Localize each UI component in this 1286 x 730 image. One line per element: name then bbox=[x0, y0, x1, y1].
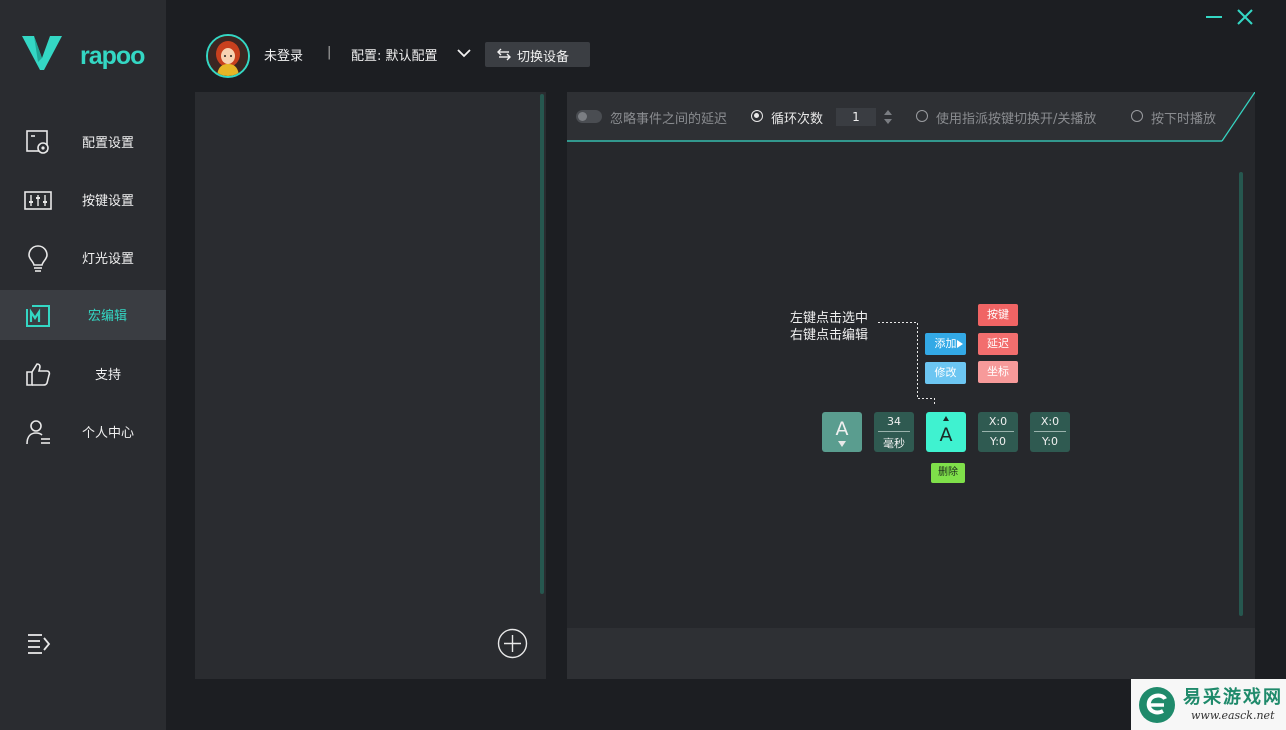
modify-chip: 修改 bbox=[925, 362, 966, 384]
coord-chip: 坐标 bbox=[978, 361, 1018, 383]
watermark-title: 易采游戏网 bbox=[1183, 687, 1283, 708]
modify-label: 修改 bbox=[934, 366, 957, 379]
user-avatar-icon bbox=[208, 36, 248, 76]
macro-list-scrollbar[interactable] bbox=[540, 94, 544, 594]
switch-device-label: 切换设备 bbox=[517, 50, 570, 65]
loop-count-input[interactable] bbox=[836, 108, 876, 126]
avatar[interactable] bbox=[206, 34, 250, 78]
sidebar-item-label: 个人中心 bbox=[82, 426, 135, 441]
add-macro-button[interactable] bbox=[497, 628, 528, 659]
profile-selector-label[interactable]: 配置: 默认配置 bbox=[351, 45, 438, 64]
swap-arrows-icon bbox=[497, 48, 511, 61]
key-label: 按键 bbox=[987, 308, 1009, 321]
sample-coord-tile: X:0 Y:0 bbox=[978, 412, 1018, 452]
assigned-key-toggle-label: 使用指派按键切换开/关播放 bbox=[936, 112, 1097, 127]
user-center-icon bbox=[26, 420, 50, 445]
login-status[interactable]: 未登录 bbox=[264, 45, 303, 64]
loop-count-stepper-icon[interactable] bbox=[882, 108, 894, 126]
coord-label: 坐标 bbox=[987, 365, 1009, 378]
sidebar-item-label: 支持 bbox=[95, 368, 122, 383]
loop-count-radio[interactable] bbox=[751, 110, 763, 122]
chevron-down-icon[interactable] bbox=[456, 47, 472, 59]
switch-device-button[interactable]: 切换设备 bbox=[485, 42, 590, 67]
sidebar-item-key-settings[interactable]: 按键设置 bbox=[0, 175, 166, 225]
key-chip: 按键 bbox=[978, 304, 1018, 326]
macro-icon bbox=[26, 305, 50, 327]
tile-divider bbox=[1034, 431, 1066, 432]
lightbulb-icon bbox=[28, 245, 48, 272]
sample-coord-tile: X:0 Y:0 bbox=[1030, 412, 1070, 452]
rapoo-logo: rapoo bbox=[22, 32, 146, 72]
add-label: 添加 bbox=[934, 337, 957, 350]
sidebar-item-macro-editor[interactable]: 宏编辑 bbox=[0, 290, 166, 340]
minimize-icon[interactable] bbox=[1203, 6, 1225, 28]
coord-x: X:0 bbox=[988, 415, 1008, 428]
sidebar-item-lighting-settings[interactable]: 灯光设置 bbox=[0, 233, 166, 283]
site-watermark: 易采游戏网 www.easck.net bbox=[1131, 679, 1286, 730]
header-separator: | bbox=[327, 45, 332, 60]
watermark-logo-icon bbox=[1139, 687, 1175, 723]
macro-editor-scrollbar[interactable] bbox=[1239, 172, 1243, 616]
delay-unit: 毫秒 bbox=[883, 437, 905, 450]
profile-settings-icon bbox=[26, 130, 49, 154]
sample-delay-tile: 34 毫秒 bbox=[874, 412, 914, 452]
sidebar: rapoo 配置设置 按键设置 灯光设置 宏编辑 支持 个人中心 bbox=[0, 0, 166, 730]
editor-bottom-bar bbox=[567, 628, 1255, 679]
play-while-pressed-radio[interactable] bbox=[1131, 110, 1143, 122]
watermark-url: www.easck.net bbox=[1191, 709, 1275, 722]
ignore-delay-label: 忽略事件之间的延迟 bbox=[610, 112, 728, 127]
macro-list-panel bbox=[195, 92, 546, 679]
arrow-up-icon bbox=[943, 416, 949, 421]
hint-right-click: 右键点击编辑 bbox=[790, 328, 869, 343]
sidebar-item-label: 按键设置 bbox=[82, 194, 135, 209]
key-settings-icon bbox=[24, 191, 52, 210]
coord-y: Y:0 bbox=[990, 435, 1006, 448]
tile-divider bbox=[982, 431, 1014, 432]
thumbs-up-icon bbox=[26, 363, 51, 386]
sample-key-down-tile: A bbox=[822, 412, 862, 452]
ignore-delay-toggle[interactable] bbox=[576, 110, 602, 123]
delay-label: 延迟 bbox=[987, 337, 1009, 350]
arrow-right-icon bbox=[957, 340, 963, 348]
assigned-key-toggle-radio[interactable] bbox=[916, 110, 928, 122]
delay-value: 34 bbox=[887, 415, 901, 428]
sidebar-item-profile-settings[interactable]: 配置设置 bbox=[0, 117, 166, 167]
key-down-char: A bbox=[835, 418, 849, 440]
delay-chip: 延迟 bbox=[978, 333, 1018, 355]
close-icon[interactable] bbox=[1234, 6, 1256, 28]
menu-collapse-icon[interactable] bbox=[26, 630, 52, 656]
tile-divider bbox=[878, 431, 910, 432]
sidebar-item-label: 灯光设置 bbox=[82, 252, 135, 267]
coord-x: X:0 bbox=[1040, 415, 1060, 428]
loop-count-label: 循环次数 bbox=[771, 112, 824, 127]
add-chip: 添加 bbox=[925, 333, 966, 355]
sidebar-item-label: 配置设置 bbox=[82, 136, 135, 151]
sidebar-item-label: 宏编辑 bbox=[88, 309, 128, 324]
sample-key-up-tile: A bbox=[926, 412, 966, 452]
rapoo-v-logo-icon bbox=[22, 36, 62, 70]
key-up-char: A bbox=[939, 424, 953, 446]
delete-label: 删除 bbox=[938, 467, 958, 478]
arrow-down-icon bbox=[838, 441, 846, 447]
sidebar-item-user-center[interactable]: 个人中心 bbox=[0, 407, 166, 457]
coord-y: Y:0 bbox=[1042, 435, 1058, 448]
play-while-pressed-label: 按下时播放 bbox=[1151, 112, 1217, 127]
delete-chip: 删除 bbox=[931, 463, 965, 483]
brand-name: rapoo bbox=[80, 42, 145, 70]
sidebar-item-support[interactable]: 支持 bbox=[0, 349, 166, 399]
